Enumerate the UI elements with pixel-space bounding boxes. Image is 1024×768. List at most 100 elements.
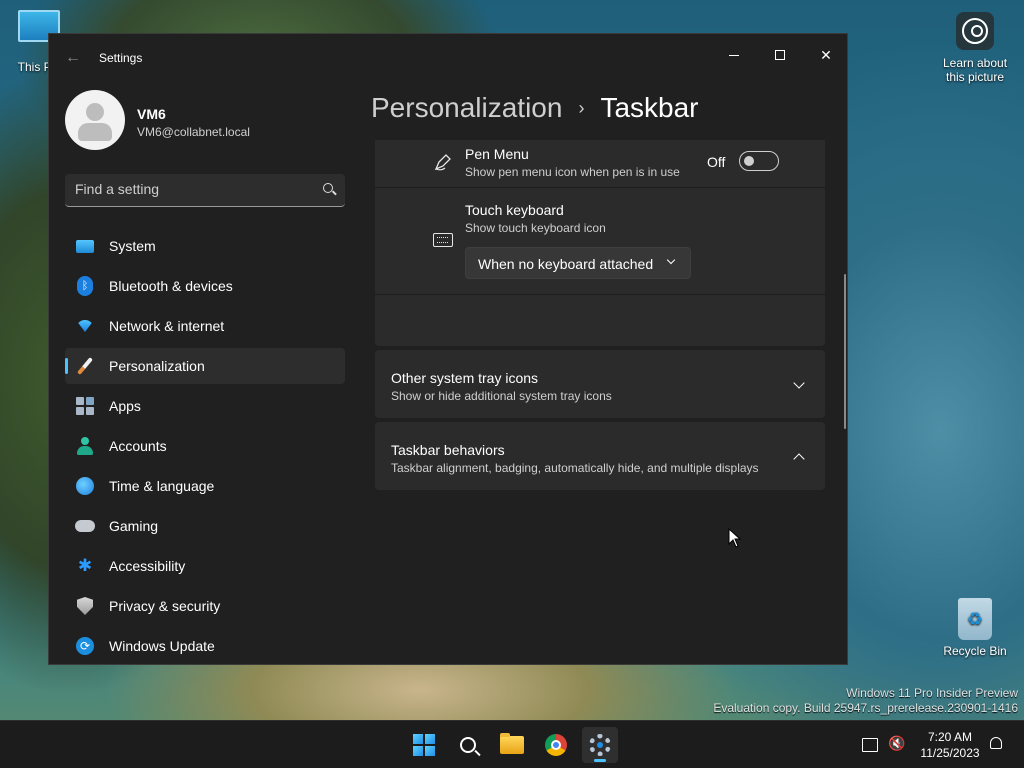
breadcrumb-parent[interactable]: Personalization <box>371 92 562 124</box>
sidebar-item-gaming[interactable]: Gaming <box>65 508 345 544</box>
sidebar-item-accessibility[interactable]: ✱ Accessibility <box>65 548 345 584</box>
system-icon <box>75 236 95 256</box>
sidebar-item-windows-update[interactable]: ⟳ Windows Update <box>65 628 345 664</box>
taskbar-chrome[interactable] <box>538 727 574 763</box>
expander-taskbar-behaviors[interactable]: Taskbar behaviors Taskbar alignment, bad… <box>375 422 825 490</box>
sidebar-item-label: Time & language <box>109 478 215 494</box>
breadcrumb: Personalization › Taskbar <box>371 92 699 124</box>
sidebar-item-label: Personalization <box>109 358 205 374</box>
sidebar-item-label: Accessibility <box>109 558 186 574</box>
start-button[interactable] <box>406 727 442 763</box>
page-title: Taskbar <box>600 92 699 123</box>
maximize-button[interactable] <box>757 40 803 70</box>
user-profile[interactable]: VM6 VM6@collabnet.local <box>65 90 355 150</box>
search-input[interactable] <box>75 181 305 197</box>
window-title: Settings <box>99 51 143 65</box>
bluetooth-icon: ᛒ <box>75 276 95 296</box>
recycle-bin-icon: ♻ <box>958 598 992 640</box>
network-icon <box>75 316 95 336</box>
network-status-icon[interactable] <box>862 738 878 752</box>
search-icon[interactable] <box>323 183 333 193</box>
sidebar-item-bluetooth[interactable]: ᛒ Bluetooth & devices <box>65 268 345 304</box>
touch-keyboard-dropdown[interactable]: When no keyboard attached <box>465 247 691 279</box>
system-clock[interactable]: 7:20 AM 11/25/2023 <box>914 729 986 761</box>
dropdown-value: When no keyboard attached <box>478 256 654 272</box>
user-email: VM6@collabnet.local <box>137 125 250 139</box>
maximize-icon <box>775 50 785 60</box>
user-name: VM6 <box>137 106 166 122</box>
start-icon <box>413 734 435 756</box>
desktop-icon-learn-about-picture[interactable]: Learn about this picture <box>938 12 1012 84</box>
expander-description: Show or hide additional system tray icon… <box>391 389 612 403</box>
notification-bell-icon[interactable] <box>990 737 1002 749</box>
sidebar-item-label: Windows Update <box>109 638 215 654</box>
minimize-icon <box>729 54 739 56</box>
expander-other-system-tray-icons[interactable]: Other system tray icons Show or hide add… <box>375 350 825 418</box>
sidebar-item-privacy[interactable]: Privacy & security <box>65 588 345 624</box>
accessibility-icon: ✱ <box>77 556 93 575</box>
close-icon: ✕ <box>820 46 832 63</box>
file-explorer-icon <box>500 733 524 754</box>
content-scrollbar[interactable] <box>844 274 846 429</box>
setting-row-empty <box>375 295 825 346</box>
taskbar-search-button[interactable] <box>450 727 486 763</box>
camera-icon <box>956 12 994 50</box>
settings-content: Pen Menu Show pen menu icon when pen is … <box>375 140 825 664</box>
pen-menu-toggle[interactable] <box>739 151 779 171</box>
apps-icon <box>75 396 95 416</box>
chevron-down-icon[interactable] <box>793 377 805 389</box>
title-bar[interactable]: ← Settings ✕ <box>49 34 847 82</box>
desktop-icon-label: Learn about this picture <box>942 56 1008 84</box>
setting-title: Pen Menu <box>465 146 529 162</box>
globe-icon <box>75 476 95 496</box>
setting-description: Show touch keyboard icon <box>465 221 606 235</box>
accounts-icon <box>75 436 95 456</box>
expander-description: Taskbar alignment, badging, automaticall… <box>391 461 759 475</box>
build-watermark: Windows 11 Pro Insider Preview Evaluatio… <box>713 686 1018 716</box>
minimize-button[interactable] <box>711 40 757 70</box>
back-arrow-icon[interactable]: ← <box>65 49 81 67</box>
chevron-right-icon: › <box>578 97 585 118</box>
watermark-build: Evaluation copy. Build 25947.rs_prerelea… <box>713 701 1018 715</box>
volume-muted-icon[interactable]: 🔇 <box>888 735 905 752</box>
expander-title: Taskbar behaviors <box>391 442 505 458</box>
keyboard-icon <box>433 233 453 247</box>
brush-icon <box>75 356 95 376</box>
sidebar-item-accounts[interactable]: Accounts <box>65 428 345 464</box>
chevron-up-icon[interactable] <box>793 453 805 465</box>
desktop-icon-recycle-bin[interactable]: ♻ Recycle Bin <box>942 598 1008 658</box>
chevron-down-icon <box>666 255 676 265</box>
settings-icon <box>589 734 611 756</box>
setting-row-pen-menu: Pen Menu Show pen menu icon when pen is … <box>375 140 825 188</box>
clock-date: 11/25/2023 <box>920 746 980 760</box>
sidebar-item-label: Accounts <box>109 438 167 454</box>
pen-icon <box>434 154 451 171</box>
sidebar-item-time-language[interactable]: Time & language <box>65 468 345 504</box>
setting-title: Touch keyboard <box>465 202 564 218</box>
setting-row-touch-keyboard: Touch keyboard Show touch keyboard icon … <box>375 188 825 295</box>
watermark-edition: Windows 11 Pro Insider Preview <box>846 686 1018 700</box>
sidebar-item-personalization[interactable]: Personalization <box>65 348 345 384</box>
sidebar-item-network[interactable]: Network & internet <box>65 308 345 344</box>
search-box[interactable] <box>65 174 345 207</box>
sidebar-item-system[interactable]: System <box>65 228 345 264</box>
gamepad-icon <box>75 516 95 536</box>
taskbar-settings[interactable] <box>582 727 618 763</box>
sidebar-item-label: Privacy & security <box>109 598 221 614</box>
sidebar-item-apps[interactable]: Apps <box>65 388 345 424</box>
sidebar-item-label: Network & internet <box>109 318 225 334</box>
taskbar: 🔇 7:20 AM 11/25/2023 <box>0 720 1024 768</box>
close-button[interactable]: ✕ <box>803 40 847 70</box>
sidebar-item-label: Apps <box>109 398 141 414</box>
toggle-knob <box>744 156 754 166</box>
sidebar-item-label: Bluetooth & devices <box>109 278 233 294</box>
update-icon: ⟳ <box>75 636 95 656</box>
search-icon <box>460 737 476 753</box>
clock-time: 7:20 AM <box>927 730 973 744</box>
shield-icon <box>75 596 95 616</box>
toggle-state-label: Off <box>707 154 726 170</box>
system-tray-group: Pen Menu Show pen menu icon when pen is … <box>375 140 825 346</box>
chrome-icon <box>545 734 567 756</box>
sidebar-item-label: Gaming <box>109 518 159 534</box>
taskbar-file-explorer[interactable] <box>494 727 530 763</box>
